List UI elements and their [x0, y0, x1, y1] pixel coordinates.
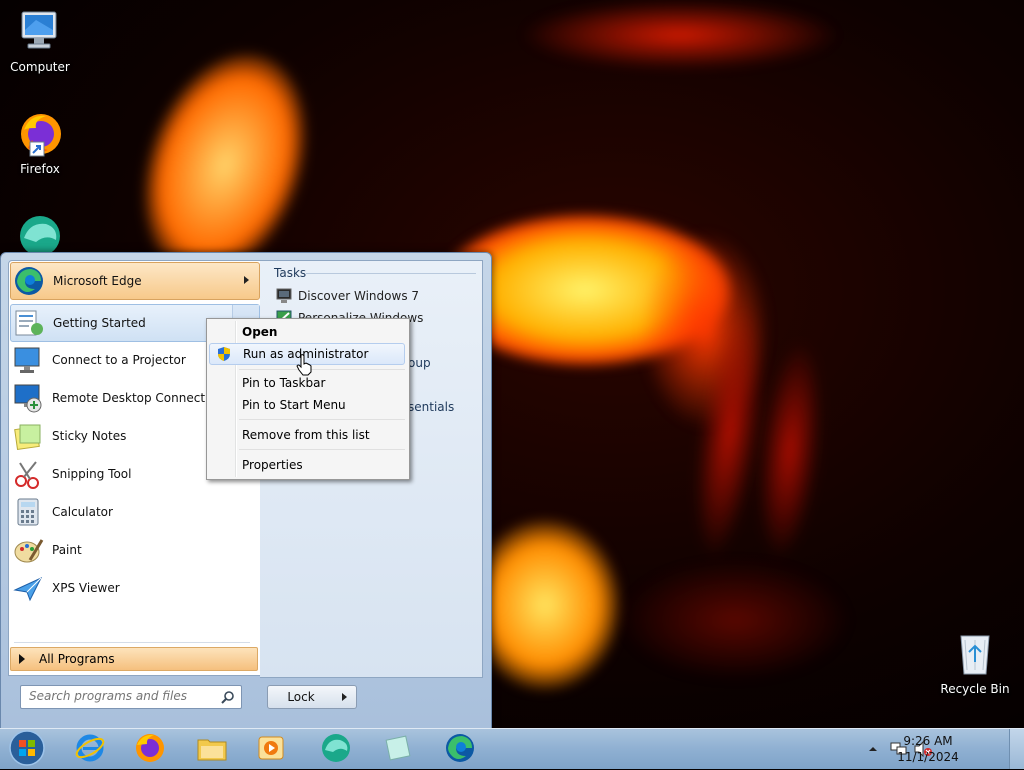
- program-calculator[interactable]: Calculator: [10, 494, 258, 530]
- program-label: Remote Desktop Connection: [52, 391, 224, 405]
- power-options-arrow-button[interactable]: [334, 685, 357, 709]
- menu-item-open[interactable]: Open: [209, 321, 405, 343]
- edge-icon: [13, 265, 45, 297]
- task-discover-windows-7[interactable]: Discover Windows 7: [276, 286, 419, 306]
- program-label: Sticky Notes: [52, 429, 127, 443]
- taskbar-app[interactable]: [308, 731, 364, 767]
- monitor-icon: [276, 288, 292, 304]
- mouse-pointer-icon: [296, 354, 314, 379]
- system-clock[interactable]: 9:26 AM 11/1/2024: [888, 733, 968, 765]
- tasks-divider: [306, 273, 476, 274]
- firefox-icon: [134, 732, 166, 767]
- snipping-tool-icon: [12, 458, 44, 490]
- taskbar-internet-explorer[interactable]: [62, 731, 118, 767]
- program-label: Getting Started: [53, 316, 146, 330]
- program-label: Microsoft Edge: [53, 274, 142, 288]
- menu-item-properties[interactable]: Properties: [209, 454, 405, 476]
- start-orb-icon: [8, 729, 46, 770]
- all-programs-label: All Programs: [39, 652, 115, 666]
- start-button[interactable]: [0, 729, 54, 770]
- show-hidden-icons-icon[interactable]: [868, 743, 878, 757]
- taskbar-edge[interactable]: [432, 731, 488, 767]
- paint-icon: [12, 534, 44, 566]
- task-label: Discover Windows 7: [298, 289, 420, 303]
- desktop-icon-label: Firefox: [20, 162, 60, 176]
- search-icon[interactable]: [221, 690, 235, 707]
- desktop-icon-label: Computer: [10, 60, 70, 74]
- edge-icon: [444, 732, 476, 767]
- projector-icon: [12, 344, 44, 376]
- lock-label: Lock: [287, 690, 315, 704]
- internet-explorer-icon: [74, 732, 106, 767]
- program-paint[interactable]: Paint: [10, 532, 258, 568]
- task-partial-text[interactable]: sentials: [408, 400, 454, 414]
- search-input[interactable]: [21, 686, 219, 706]
- program-label: Calculator: [52, 505, 113, 519]
- program-label: Snipping Tool: [52, 467, 132, 481]
- recycle-bin-icon: [951, 630, 999, 678]
- program-label: XPS Viewer: [52, 581, 120, 595]
- desktop-icon-firefox[interactable]: Firefox: [0, 110, 80, 176]
- taskbar-media-player[interactable]: [244, 731, 300, 767]
- menu-item-pin-to-start-menu[interactable]: Pin to Start Menu: [209, 394, 405, 416]
- all-programs-button[interactable]: All Programs: [10, 647, 258, 671]
- menu-separator: [239, 449, 405, 450]
- menu-separator: [239, 419, 405, 420]
- desktop-icon-computer[interactable]: Computer: [0, 8, 80, 74]
- computer-icon: [16, 8, 64, 56]
- menu-separator: [239, 369, 405, 370]
- taskbar: 9:26 AM 11/1/2024: [0, 728, 1024, 769]
- sticky-notes-icon: [382, 732, 414, 767]
- media-player-icon: [256, 732, 288, 767]
- menu-item-remove-from-this-list[interactable]: Remove from this list: [209, 424, 405, 446]
- program-xps-viewer[interactable]: XPS Viewer: [10, 570, 258, 606]
- getting-started-icon: [13, 307, 45, 339]
- clock-time: 9:26 AM: [903, 734, 953, 748]
- desktop-icon-recycle-bin[interactable]: Recycle Bin: [935, 630, 1015, 696]
- tasks-header: Tasks: [274, 266, 307, 280]
- firefox-icon: [16, 110, 64, 158]
- xps-viewer-icon: [12, 572, 44, 604]
- program-label: Connect to a Projector: [52, 353, 186, 367]
- app-icon: [319, 731, 353, 768]
- uac-shield-icon: [216, 346, 232, 368]
- file-explorer-icon: [196, 732, 228, 767]
- submenu-arrow-icon[interactable]: [244, 276, 249, 284]
- program-microsoft-edge[interactable]: Microsoft Edge: [10, 262, 260, 300]
- taskbar-firefox[interactable]: [122, 731, 178, 767]
- remote-desktop-icon: [12, 382, 44, 414]
- sticky-notes-icon: [12, 420, 44, 452]
- clock-date: 11/1/2024: [897, 750, 959, 764]
- taskbar-sticky-notes[interactable]: [370, 731, 426, 767]
- calculator-icon: [12, 496, 44, 528]
- context-menu: Open Run as administrator Pin to Taskbar…: [206, 318, 410, 480]
- program-label: Paint: [52, 543, 82, 557]
- task-partial-text[interactable]: oup: [408, 356, 431, 370]
- show-desktop-button[interactable]: [1009, 729, 1024, 769]
- expand-arrow-icon: [19, 654, 25, 664]
- search-box[interactable]: [20, 685, 242, 709]
- lock-button[interactable]: Lock: [267, 685, 335, 709]
- program-list-divider: [14, 642, 250, 643]
- desktop-icon-label: Recycle Bin: [940, 682, 1010, 696]
- taskbar-file-explorer[interactable]: [184, 731, 240, 767]
